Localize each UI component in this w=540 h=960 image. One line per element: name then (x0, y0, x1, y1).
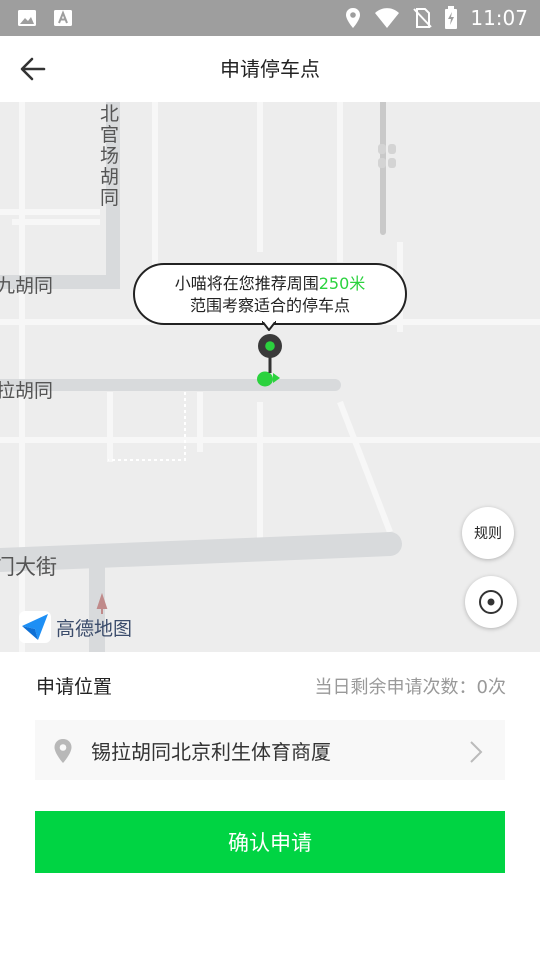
status-time: 11:07 (470, 6, 528, 30)
chevron-right-icon (470, 741, 483, 763)
rules-label: 规则 (474, 526, 502, 542)
location-field[interactable]: 锡拉胡同北京利生体育商厦 (35, 720, 505, 780)
battery-icon (444, 6, 458, 30)
no-sim-icon (412, 7, 433, 29)
map-pin-icon (257, 334, 282, 387)
map-view[interactable]: 北官场胡同 九胡同 拉胡同 门大街 小喵将在您推荐周围250米 范围考察适合的停… (0, 102, 540, 652)
bubble-line-1: 小喵将在您推荐周围250米 (174, 274, 366, 293)
locate-icon (479, 590, 503, 614)
back-button[interactable] (14, 50, 52, 88)
apply-location-row: 申请位置 当日剩余申请次数：0次 (36, 666, 506, 702)
street-label-upper: 九胡同 (0, 275, 54, 297)
apply-location-label: 申请位置 (36, 676, 113, 698)
arrow-left-icon (20, 57, 46, 81)
info-bubble: 小喵将在您推荐周围250米 范围考察适合的停车点 (133, 263, 407, 325)
app-bar: 申请停车点 (0, 36, 540, 102)
wifi-icon (374, 7, 400, 29)
location-value: 锡拉胡同北京利生体育商厦 (91, 740, 331, 764)
bubble-distance: 250米 (318, 274, 366, 293)
confirm-apply-button[interactable]: 确认申请 (35, 811, 505, 873)
location-pin-icon (54, 739, 72, 763)
image-icon (16, 7, 38, 29)
street-label-vertical: 北官场胡同 (100, 103, 120, 209)
bubble-line-2: 范围考察适合的停车点 (189, 296, 350, 315)
page-title: 申请停车点 (220, 57, 320, 81)
amap-logo-text: 高德地图 (56, 617, 133, 640)
street-label-lower: 门大街 (0, 555, 57, 579)
street-label-middle: 拉胡同 (0, 380, 54, 402)
text-a-icon (52, 7, 74, 29)
rules-button[interactable]: 规则 (462, 507, 514, 559)
location-icon (344, 7, 362, 29)
bubble-tail (262, 321, 276, 331)
locate-button[interactable] (465, 576, 517, 628)
status-bar: 11:07 (0, 0, 540, 36)
amap-logo-icon (19, 611, 51, 643)
amap-logo: 高德地图 (18, 610, 132, 644)
remaining-count: 当日剩余申请次数：0次 (314, 677, 506, 698)
